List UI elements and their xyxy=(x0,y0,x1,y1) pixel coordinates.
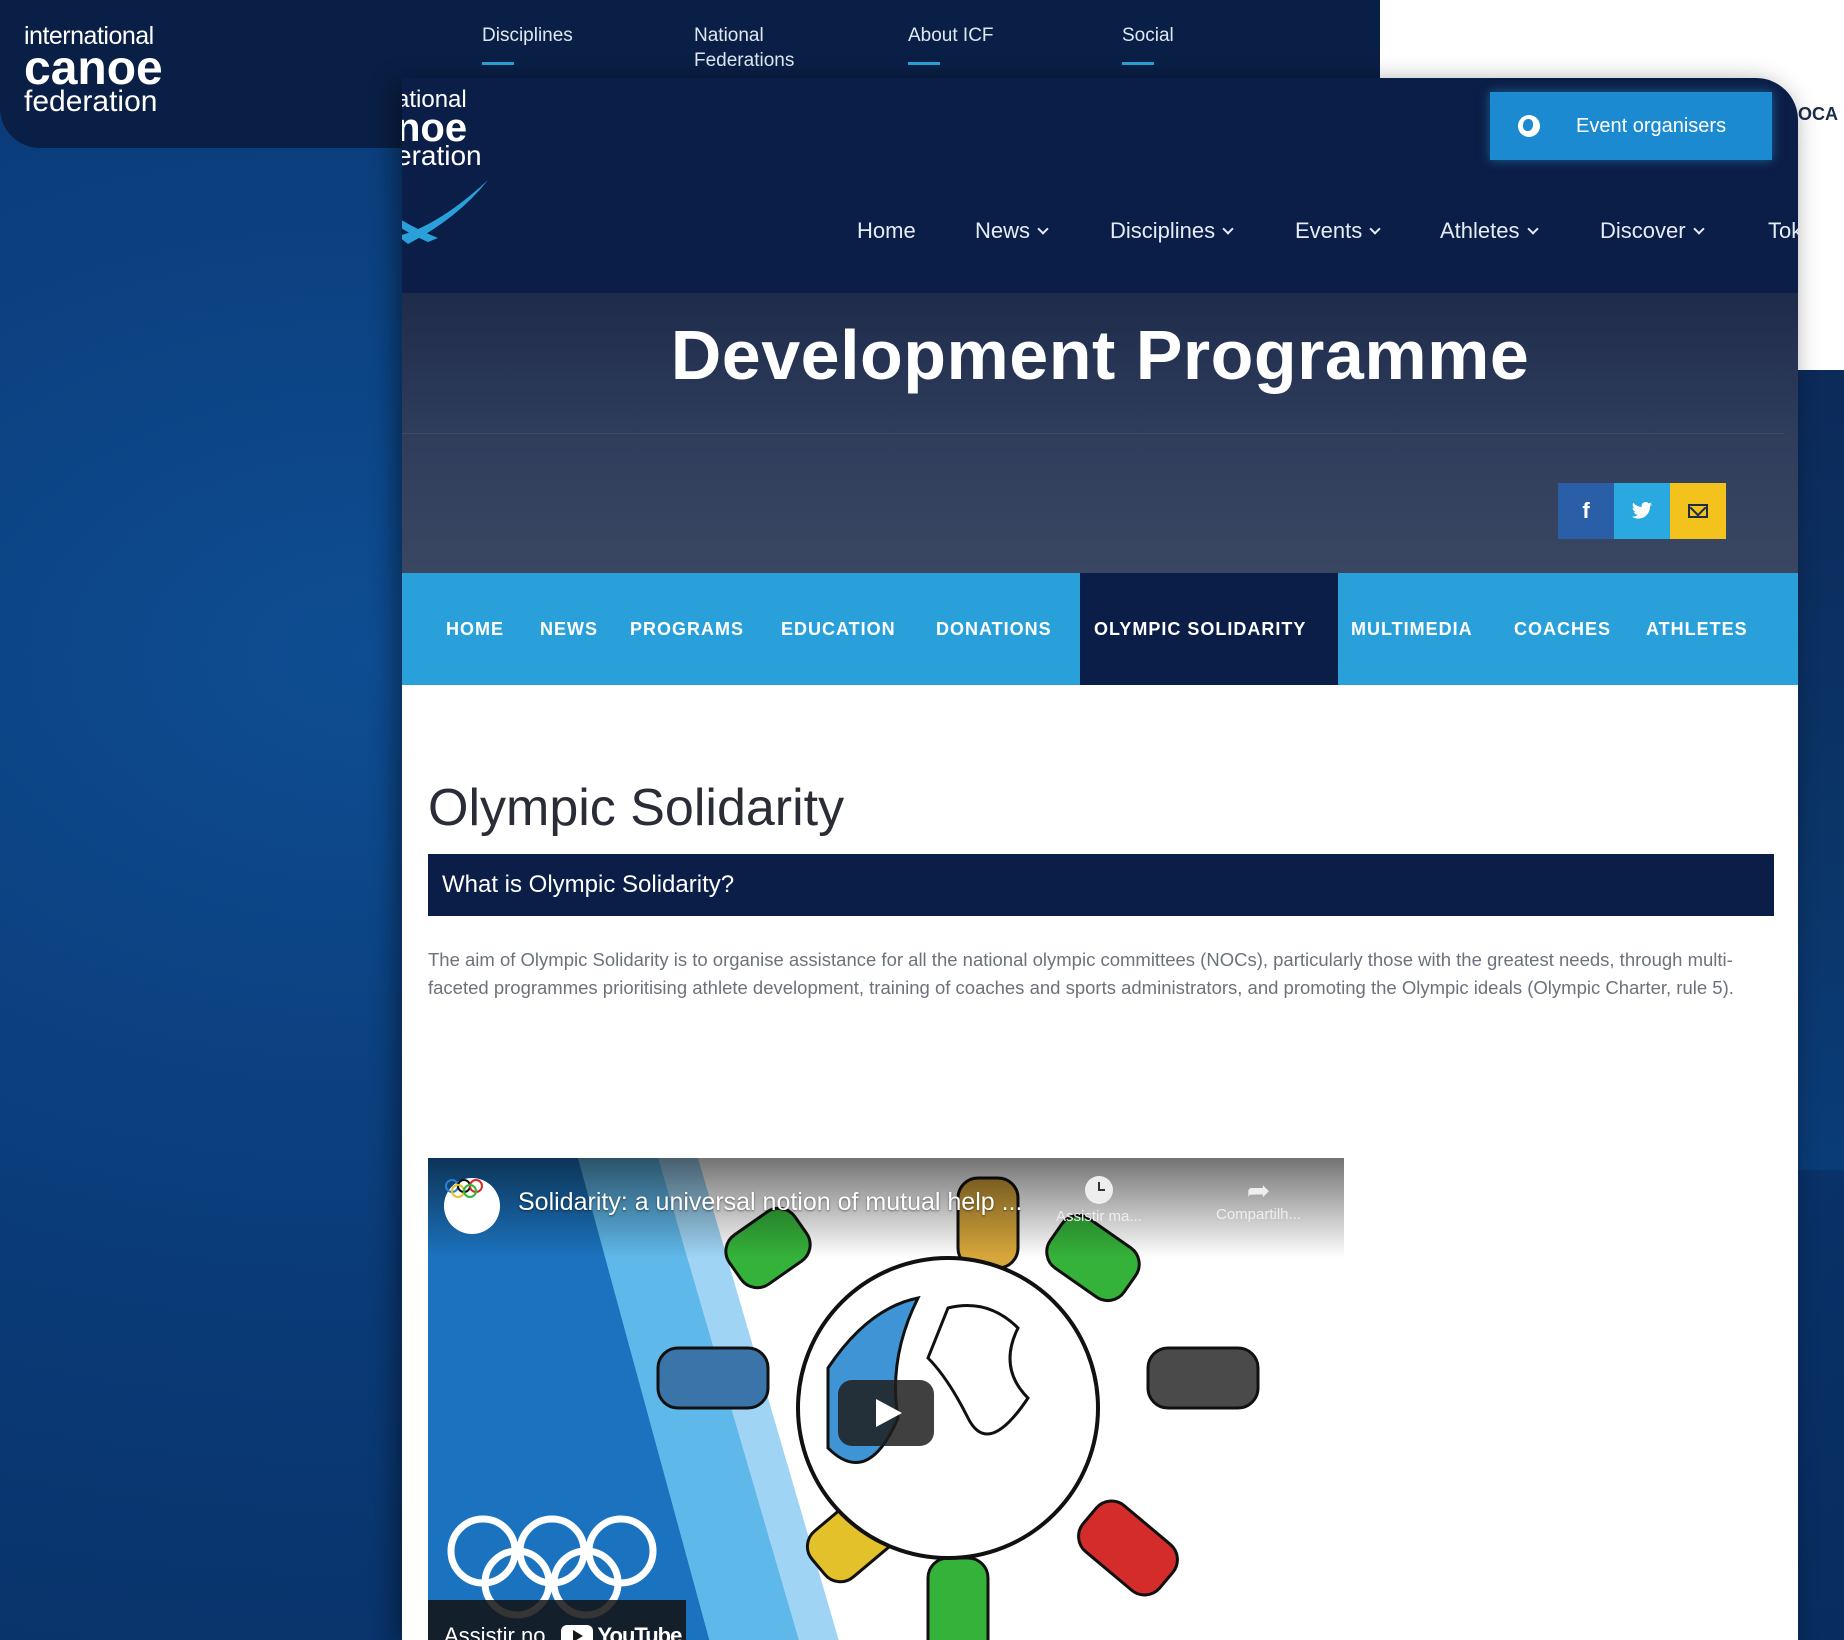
nav-discover[interactable]: Discover xyxy=(1600,218,1705,244)
chevron-down-icon xyxy=(1222,222,1234,235)
chevron-down-icon xyxy=(1369,222,1381,235)
globe-icon xyxy=(1518,115,1540,137)
subnav-home[interactable]: HOME xyxy=(446,573,504,685)
page-title: Development Programme xyxy=(670,316,1530,394)
olympic-rings-icon xyxy=(445,1179,483,1198)
facebook-icon: f xyxy=(1582,498,1590,523)
youtube-wordmark: YouTube xyxy=(597,1623,682,1640)
nav-disciplines[interactable]: Disciplines xyxy=(1110,218,1234,244)
nav-news[interactable]: News xyxy=(975,218,1049,244)
subnav-athletes[interactable]: ATHLETES xyxy=(1646,573,1748,685)
background-nav-disciplines[interactable]: Disciplines xyxy=(482,24,573,49)
youtube-icon xyxy=(561,1625,594,1640)
watch-later-label: Assistir ma... xyxy=(1056,1208,1142,1225)
video-embed[interactable]: Solidarity: a universal notion of mutual… xyxy=(428,1158,1344,1640)
divider xyxy=(402,433,1784,434)
subnav-multimedia[interactable]: MULTIMEDIA xyxy=(1351,573,1473,685)
email-share-button[interactable] xyxy=(1670,483,1726,539)
play-button[interactable] xyxy=(838,1380,934,1446)
nav-label: Discover xyxy=(1600,218,1686,243)
chevron-down-icon xyxy=(1526,222,1539,235)
facebook-share-button[interactable]: f xyxy=(1558,483,1614,539)
nav-label: Disciplines xyxy=(1110,218,1216,243)
background-logo[interactable]: international canoe federation xyxy=(24,24,163,117)
main-nav: Home News Disciplines Events Athletes Di… xyxy=(402,218,1798,258)
browser-window: ational noe eration Event organisers Hom… xyxy=(402,78,1798,1640)
nav-label: Home xyxy=(857,218,916,243)
event-organisers-label: Event organisers xyxy=(1576,114,1727,137)
share-label: Compartilh... xyxy=(1216,1206,1302,1223)
watch-later-button[interactable]: Assistir ma... xyxy=(1056,1176,1142,1225)
subnav-programs[interactable]: PROGRAMS xyxy=(630,573,744,685)
subnav-news[interactable]: NEWS xyxy=(540,573,598,685)
chevron-down-icon xyxy=(1692,222,1705,235)
watch-on-label: Assistir no xyxy=(444,1623,546,1640)
watch-on-youtube-button[interactable]: Assistir no YouTube xyxy=(428,1600,686,1640)
hero-banner: Development Programme f xyxy=(402,293,1798,573)
email-icon xyxy=(1688,504,1708,518)
share-button[interactable]: ➦ Compartilh... xyxy=(1216,1175,1302,1224)
share-arrow-icon: ➦ xyxy=(1246,1175,1271,1206)
nav-home[interactable]: Home xyxy=(857,218,916,244)
section-heading: Olympic Solidarity xyxy=(428,779,845,837)
background-nav-about[interactable]: About ICF xyxy=(908,24,994,49)
body-text: The aim of Olympic Solidarity is to orga… xyxy=(428,949,1734,998)
twitter-share-button[interactable] xyxy=(1614,483,1670,539)
subnav-olympic-solidarity[interactable]: OLYMPIC SOLIDARITY xyxy=(1080,573,1338,685)
accordion-header[interactable]: What is Olympic Solidarity? xyxy=(428,854,1774,916)
nav-label: Athletes xyxy=(1440,218,1520,243)
logo-line: eration xyxy=(402,140,482,171)
site-header: ational noe eration Event organisers Hom… xyxy=(402,78,1798,293)
subnav-donations[interactable]: DONATIONS xyxy=(936,573,1052,685)
subnav-coaches[interactable]: COACHES xyxy=(1514,573,1611,685)
background-nav-national-federations[interactable]: National Federations xyxy=(694,24,814,73)
event-organisers-button[interactable]: Event organisers xyxy=(1490,92,1772,160)
nav-athletes[interactable]: Athletes xyxy=(1440,218,1539,244)
logo-line: federation xyxy=(24,85,158,118)
subnav-education[interactable]: EDUCATION xyxy=(781,573,896,685)
nav-label: News xyxy=(975,218,1031,243)
site-logo[interactable]: ational noe eration xyxy=(402,88,482,170)
nav-label: Events xyxy=(1295,218,1363,243)
video-title[interactable]: Solidarity: a universal notion of mutual… xyxy=(518,1188,1022,1217)
nav-tokyo[interactable]: Tok xyxy=(1768,218,1798,244)
main-content: Olympic Solidarity What is Olympic Solid… xyxy=(428,778,1774,1002)
nav-events[interactable]: Events xyxy=(1295,218,1381,244)
background-nav-social[interactable]: Social xyxy=(1122,24,1174,49)
section-subnav: HOME NEWS PROGRAMS EDUCATION DONATIONS O… xyxy=(402,573,1798,685)
clock-icon xyxy=(1084,1176,1113,1204)
chevron-down-icon xyxy=(1037,222,1049,235)
background-side-label: OCA xyxy=(1798,104,1838,124)
channel-avatar[interactable] xyxy=(444,1178,500,1234)
nav-label: Tok xyxy=(1768,218,1798,243)
twitter-icon xyxy=(1632,502,1652,519)
